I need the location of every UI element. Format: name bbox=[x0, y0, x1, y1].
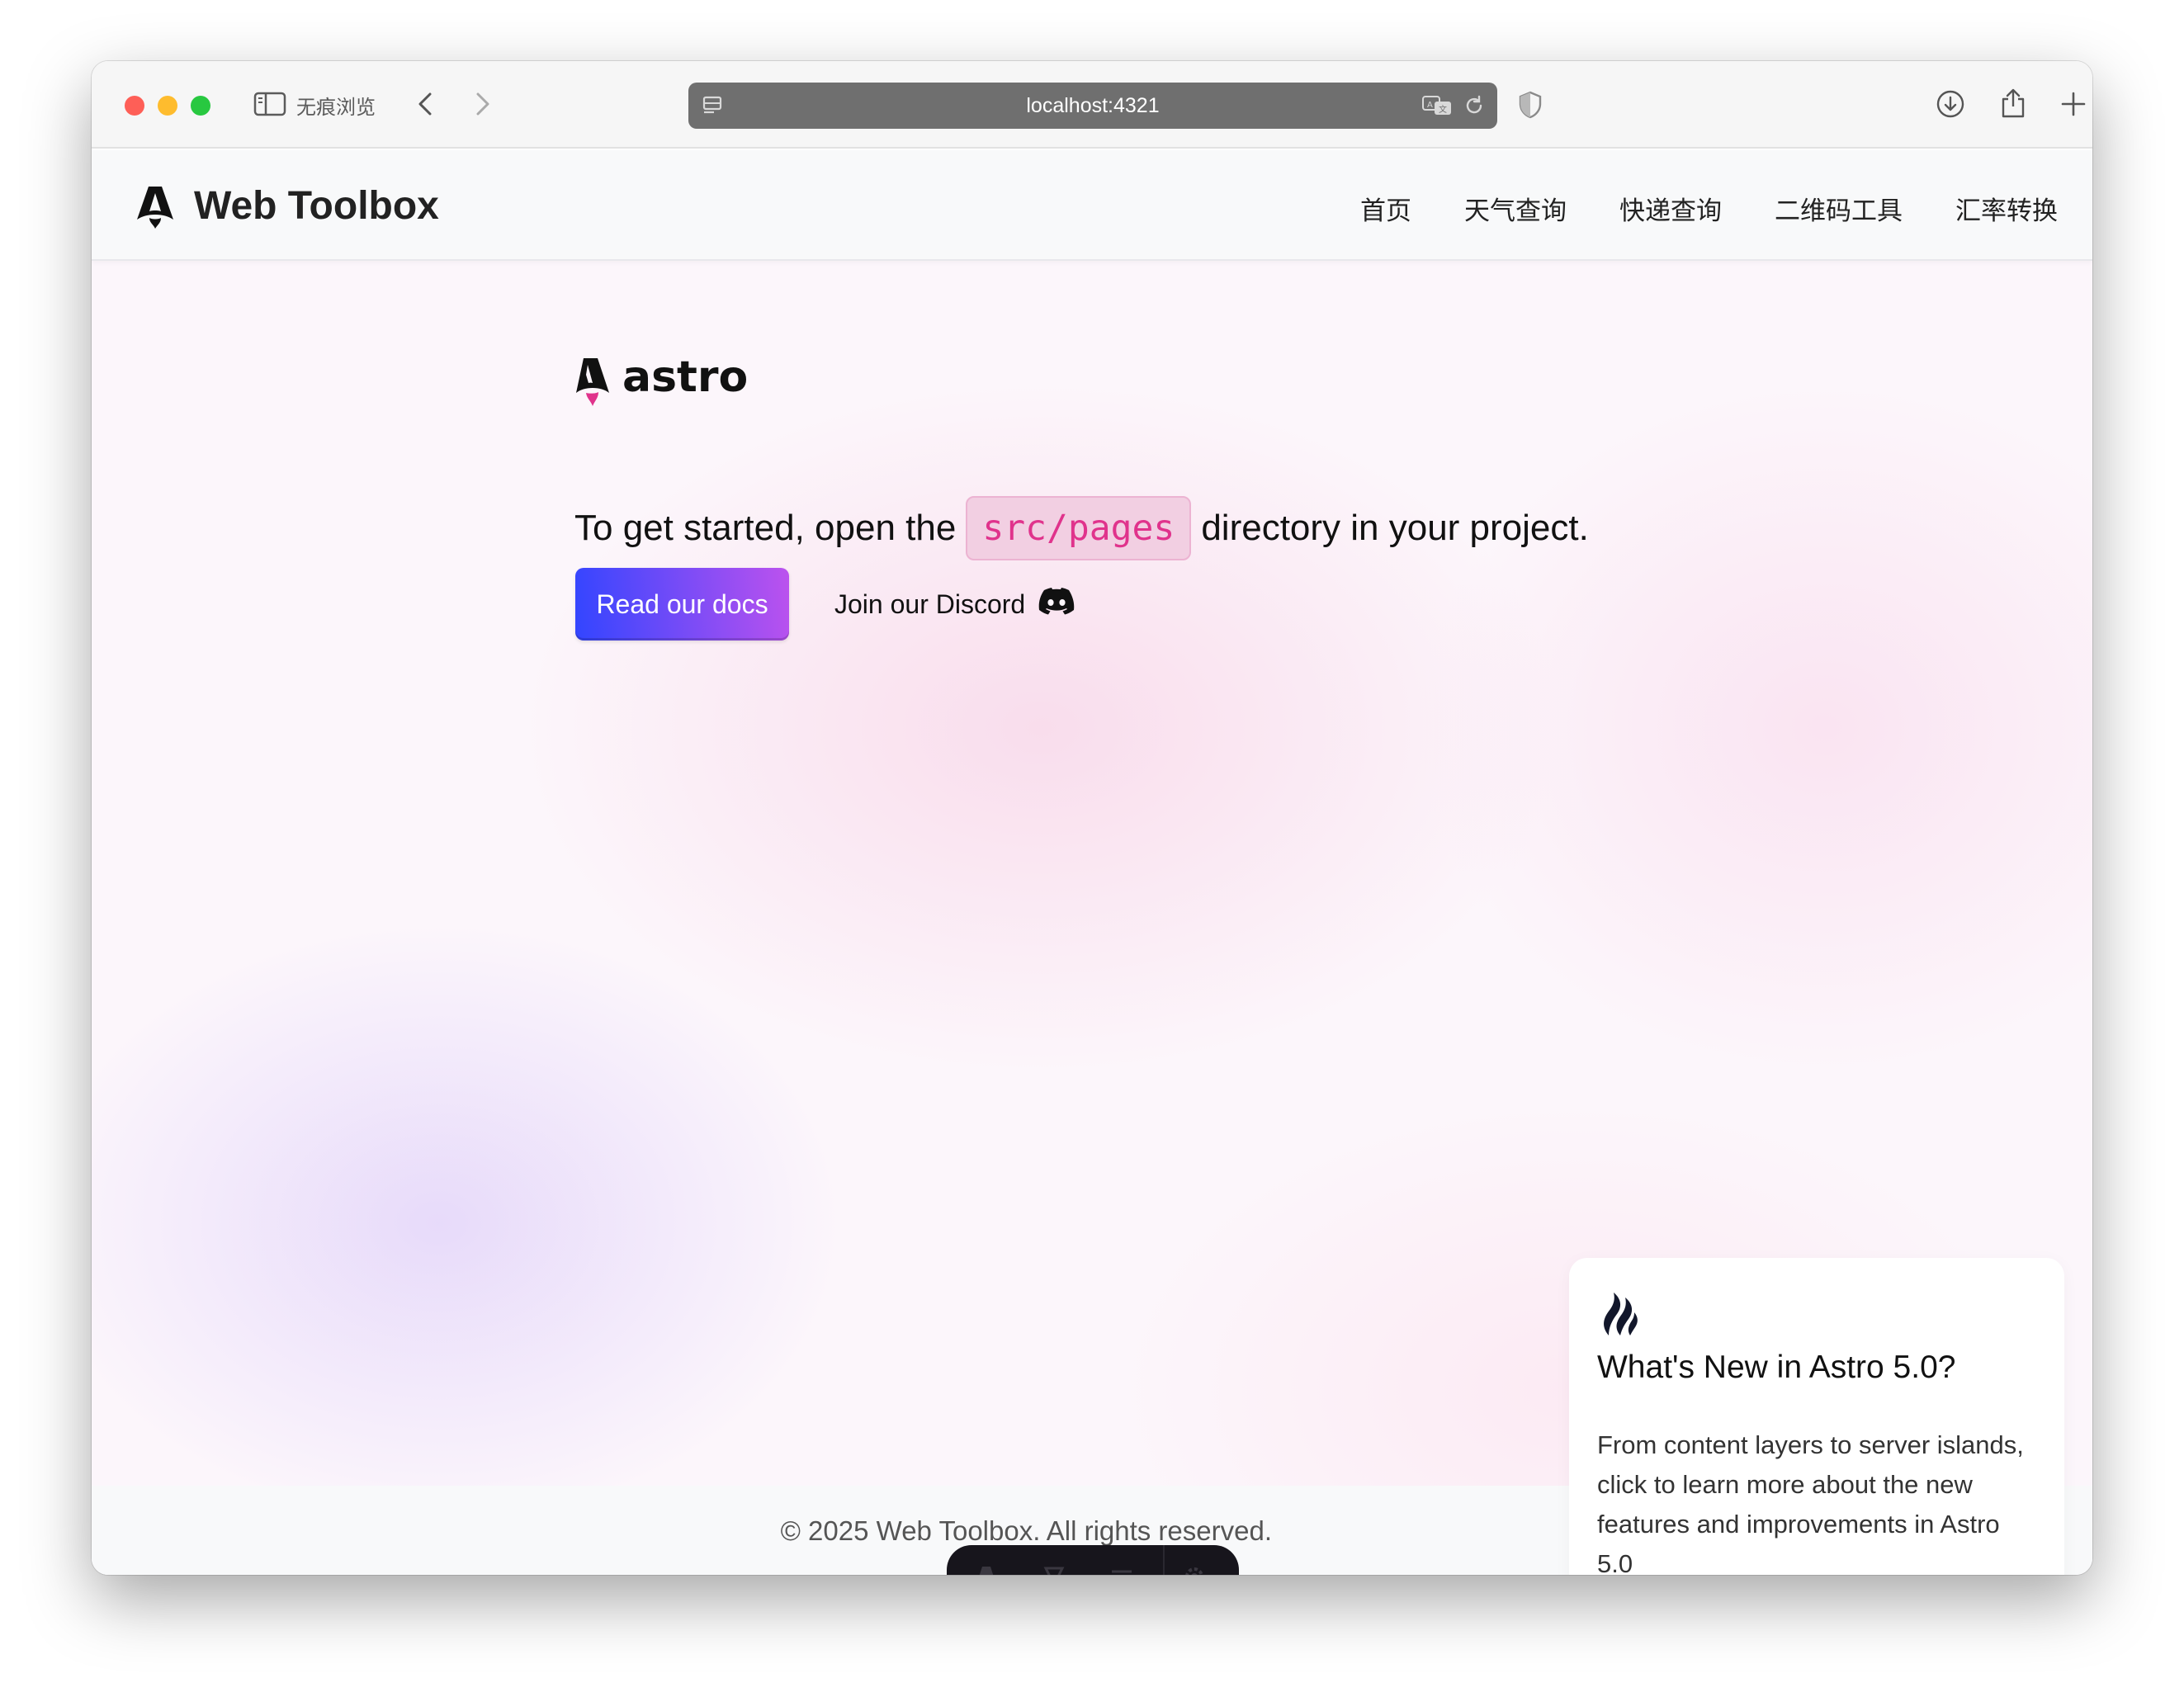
dev-toolbar-audit-icon[interactable] bbox=[1042, 1565, 1066, 1575]
news-card-title: What's New in Astro 5.0? bbox=[1597, 1350, 1956, 1385]
astro-wordmark-text: astro bbox=[622, 357, 748, 402]
dev-toolbar-settings-icon[interactable] bbox=[1183, 1565, 1206, 1575]
discord-icon bbox=[1038, 587, 1075, 622]
browser-window: 无痕浏览 localhost:4321 A文 Web Toolbox 首页 天气… bbox=[92, 61, 2092, 1575]
astro-dev-toolbar[interactable] bbox=[947, 1545, 1239, 1575]
discord-link[interactable]: Join our Discord bbox=[834, 568, 1075, 641]
dev-toolbar-astro-icon[interactable] bbox=[975, 1565, 998, 1575]
minimize-window-button[interactable] bbox=[158, 96, 177, 116]
intro-before-text: To get started, open the bbox=[574, 508, 957, 548]
browser-toolbar: 无痕浏览 localhost:4321 A文 bbox=[92, 61, 2092, 149]
url-text: localhost:4321 bbox=[1026, 94, 1160, 117]
downloads-icon[interactable] bbox=[1936, 89, 1965, 119]
new-tab-icon[interactable] bbox=[2059, 90, 2087, 118]
address-bar[interactable]: localhost:4321 A文 bbox=[688, 83, 1497, 129]
translate-icon[interactable]: A文 bbox=[1421, 93, 1454, 118]
dev-toolbar-menu-icon[interactable] bbox=[1110, 1565, 1133, 1575]
whats-new-card[interactable]: What's New in Astro 5.0? From content la… bbox=[1569, 1258, 2064, 1575]
news-card-body: From content layers to server islands, c… bbox=[1597, 1430, 2024, 1575]
back-icon[interactable] bbox=[415, 91, 435, 117]
svg-text:A: A bbox=[1427, 101, 1433, 110]
nav-item-exchange[interactable]: 汇率转换 bbox=[1955, 190, 2058, 227]
forward-icon[interactable] bbox=[473, 91, 493, 117]
footer-copyright: © 2025 Web Toolbox. All rights reserved. bbox=[780, 1515, 1272, 1546]
nav-item-weather[interactable]: 天气查询 bbox=[1464, 190, 1567, 227]
brand-name[interactable]: Web Toolbox bbox=[194, 183, 439, 229]
hero-intro: To get started, open the src/pages direc… bbox=[574, 489, 1589, 568]
read-docs-button[interactable]: Read our docs bbox=[575, 568, 789, 641]
sidebar-toggle-icon[interactable] bbox=[253, 91, 286, 117]
discord-link-label: Join our Discord bbox=[834, 589, 1026, 619]
nav-item-qrcode[interactable]: 二维码工具 bbox=[1775, 190, 1903, 227]
main-nav: 首页 天气查询 快递查询 二维码工具 汇率转换 bbox=[1360, 190, 2058, 227]
shield-icon[interactable] bbox=[1518, 91, 1543, 119]
share-icon[interactable] bbox=[1998, 86, 2028, 119]
close-window-button[interactable] bbox=[125, 96, 144, 116]
site-header: Web Toolbox 首页 天气查询 快递查询 二维码工具 汇率转换 bbox=[92, 150, 2092, 261]
page-content: Web Toolbox 首页 天气查询 快递查询 二维码工具 汇率转换 astr… bbox=[92, 150, 2092, 1575]
nav-item-express[interactable]: 快递查询 bbox=[1619, 190, 1722, 227]
dev-toolbar-divider bbox=[1163, 1545, 1165, 1575]
nav-item-home[interactable]: 首页 bbox=[1360, 190, 1411, 227]
maximize-window-button[interactable] bbox=[191, 96, 210, 116]
code-path: src/pages bbox=[966, 496, 1192, 560]
astro-wordmark-logo: astro bbox=[574, 352, 773, 415]
intro-after-text: directory in your project. bbox=[1201, 508, 1589, 548]
reload-icon[interactable] bbox=[1463, 94, 1486, 117]
svg-text:文: 文 bbox=[1439, 104, 1447, 115]
astro-logo-icon[interactable] bbox=[135, 185, 175, 234]
private-browsing-label: 无痕浏览 bbox=[296, 96, 376, 119]
astro-flame-icon bbox=[1597, 1289, 2036, 1341]
